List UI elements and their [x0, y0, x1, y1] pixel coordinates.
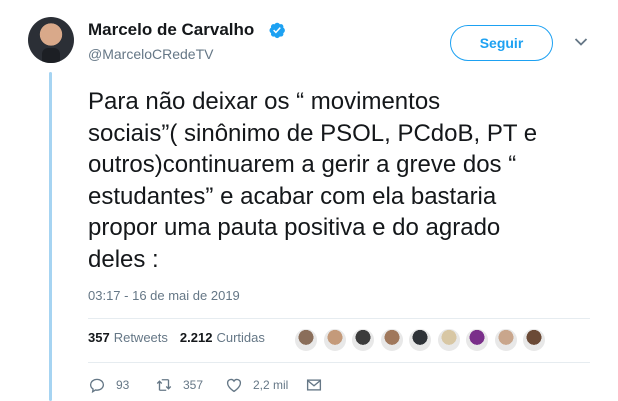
tweet-actions: 93 357 2,2 mil	[88, 376, 333, 394]
tweet-text-line: deles :	[88, 245, 159, 273]
reply-button[interactable]: 93	[88, 376, 155, 394]
reply-count: 93	[116, 378, 130, 392]
liker-avatar-7[interactable]	[465, 328, 489, 352]
thread-line	[49, 72, 52, 401]
divider	[88, 318, 590, 319]
chevron-down-icon[interactable]	[574, 37, 588, 47]
author-avatar[interactable]	[28, 17, 74, 63]
retweets-label[interactable]: Retweets	[114, 330, 168, 345]
liker-avatar-1[interactable]	[294, 328, 318, 352]
divider	[88, 362, 590, 363]
likes-count[interactable]: 2.212	[180, 330, 213, 345]
retweet-icon	[156, 379, 172, 391]
tweet-text-line: Para não deixar os “ movimentos	[88, 88, 441, 115]
retweet-button[interactable]: 357	[155, 376, 225, 394]
liker-avatar-5[interactable]	[408, 328, 432, 352]
engagement-stats: 357 Retweets 2.212 Curtidas	[88, 330, 265, 345]
follow-button[interactable]: Seguir	[450, 25, 553, 61]
envelope-icon	[306, 379, 322, 391]
tweet-text: Para não deixar os “ movimentos sociais”…	[88, 86, 593, 275]
liker-avatar-2[interactable]	[322, 328, 347, 352]
reply-icon	[89, 378, 105, 394]
liker-avatar-3[interactable]	[351, 328, 375, 352]
tweet-text-line: sociais”( sinônimo de PSOL, PCdoB, PT e	[88, 119, 538, 147]
liker-avatar-4[interactable]	[379, 328, 404, 352]
author-handle[interactable]: @MarceloCRedeTV	[88, 46, 213, 62]
tweet-timestamp[interactable]: 03:17 - 16 de mai de 2019	[88, 288, 240, 303]
liker-avatar-6[interactable]	[436, 328, 461, 352]
retweet-count: 357	[183, 378, 204, 392]
direct-message-button[interactable]	[305, 376, 333, 394]
liker-avatar-9[interactable]	[522, 328, 546, 352]
tweet-text-line: estudantes” e acabar com ela bastaria	[88, 182, 497, 210]
like-count: 2,2 mil	[253, 378, 289, 392]
liker-avatars	[294, 328, 551, 352]
like-button[interactable]: 2,2 mil	[225, 376, 305, 394]
tweet-text-line: propor uma pauta positiva e do agrado	[88, 214, 501, 241]
retweets-count[interactable]: 357	[88, 330, 110, 345]
author-name[interactable]: Marcelo de Carvalho	[88, 20, 254, 40]
heart-icon	[226, 378, 242, 393]
liker-avatar-8[interactable]	[493, 328, 518, 352]
verified-badge-icon	[269, 22, 285, 39]
likes-label[interactable]: Curtidas	[216, 330, 264, 345]
tweet-text-line: outros)continuarem a gerir a greve dos “	[88, 151, 517, 178]
